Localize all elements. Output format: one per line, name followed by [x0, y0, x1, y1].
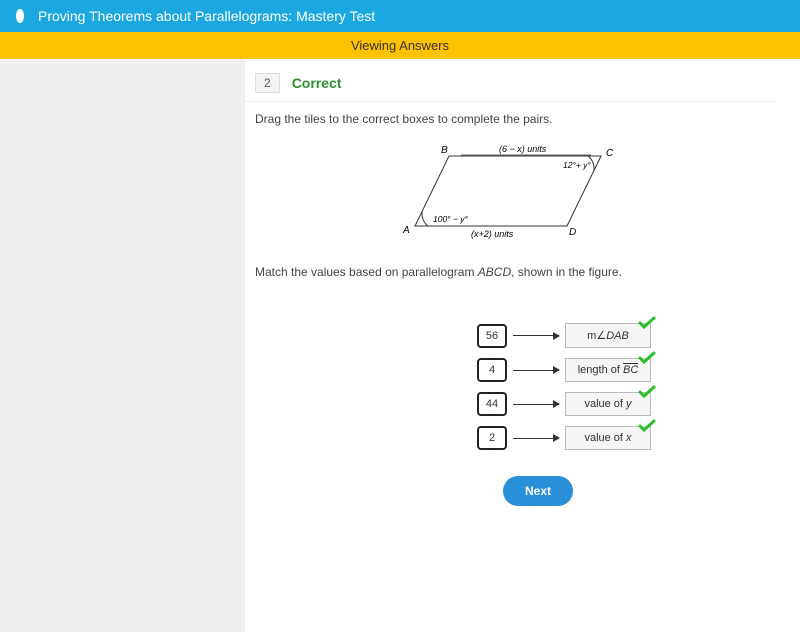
tile-value[interactable]: 56: [477, 324, 507, 348]
sub-instruction: Match the values based on parallelogram …: [245, 265, 776, 279]
matching-pairs: 56 m∠DAB 4 length of BC 44 value: [477, 323, 776, 450]
arrow-icon: [513, 404, 559, 405]
bottom-side-label: (x+2) units: [471, 229, 514, 239]
arrow-icon: [513, 438, 559, 439]
question-status: Correct: [292, 75, 342, 91]
top-side-label: (6 − x) units: [499, 144, 547, 154]
sub-instruction-shape: ABCD: [478, 265, 511, 279]
tile-target-label: value of y: [584, 398, 631, 410]
question-instruction: Drag the tiles to the correct boxes to c…: [245, 112, 776, 126]
angle-C-label: 12°+ y°: [563, 160, 591, 170]
tile-target-valueX[interactable]: value of x: [565, 426, 651, 450]
check-icon: [638, 351, 656, 365]
tile-value[interactable]: 2: [477, 426, 507, 450]
content-wrap: 2 Correct Drag the tiles to the correct …: [0, 59, 800, 632]
sub-instruction-prefix: Match the values based on parallelogram: [255, 265, 478, 279]
tile-target-lengthBC[interactable]: length of BC: [565, 358, 651, 382]
tile-target-label: m∠DAB: [587, 330, 629, 342]
logo-icon: [16, 9, 24, 23]
question-number: 2: [255, 73, 280, 93]
parallelogram-figure: B C A D (6 − x) units (x+2) units 100° −…: [245, 138, 776, 251]
vertex-D: D: [569, 227, 576, 238]
question-header: 2 Correct: [245, 73, 776, 93]
page-title: Proving Theorems about Parallelograms: M…: [38, 8, 375, 24]
tile-target-valueY[interactable]: value of y: [565, 392, 651, 416]
divider: [245, 101, 776, 102]
sub-instruction-suffix: , shown in the figure.: [511, 265, 622, 279]
vertex-A: A: [402, 225, 410, 236]
pair-row: 4 length of BC: [477, 358, 651, 382]
question-panel: 2 Correct Drag the tiles to the correct …: [245, 59, 800, 632]
next-button[interactable]: Next: [503, 476, 573, 506]
tile-target-label: value of x: [584, 432, 631, 444]
vertex-C: C: [606, 148, 614, 159]
vertex-B: B: [441, 145, 448, 156]
top-bar: Proving Theorems about Parallelograms: M…: [0, 0, 800, 32]
parallelogram-svg: B C A D (6 − x) units (x+2) units 100° −…: [391, 138, 631, 248]
check-icon: [638, 385, 656, 399]
tile-target-mDAB[interactable]: m∠DAB: [565, 323, 651, 348]
tile-target-label: length of BC: [578, 364, 639, 376]
tile-value[interactable]: 4: [477, 358, 507, 382]
pair-row: 56 m∠DAB: [477, 323, 651, 348]
tile-value[interactable]: 44: [477, 392, 507, 416]
pair-row: 2 value of x: [477, 426, 651, 450]
arrow-icon: [513, 370, 559, 371]
angle-A-label: 100° − y°: [433, 214, 469, 224]
check-icon: [638, 419, 656, 433]
left-gutter: [0, 59, 245, 632]
arrow-icon: [513, 335, 559, 336]
banner-text: Viewing Answers: [351, 38, 449, 53]
check-icon: [638, 316, 656, 330]
pair-row: 44 value of y: [477, 392, 651, 416]
viewing-answers-banner: Viewing Answers: [0, 32, 800, 59]
